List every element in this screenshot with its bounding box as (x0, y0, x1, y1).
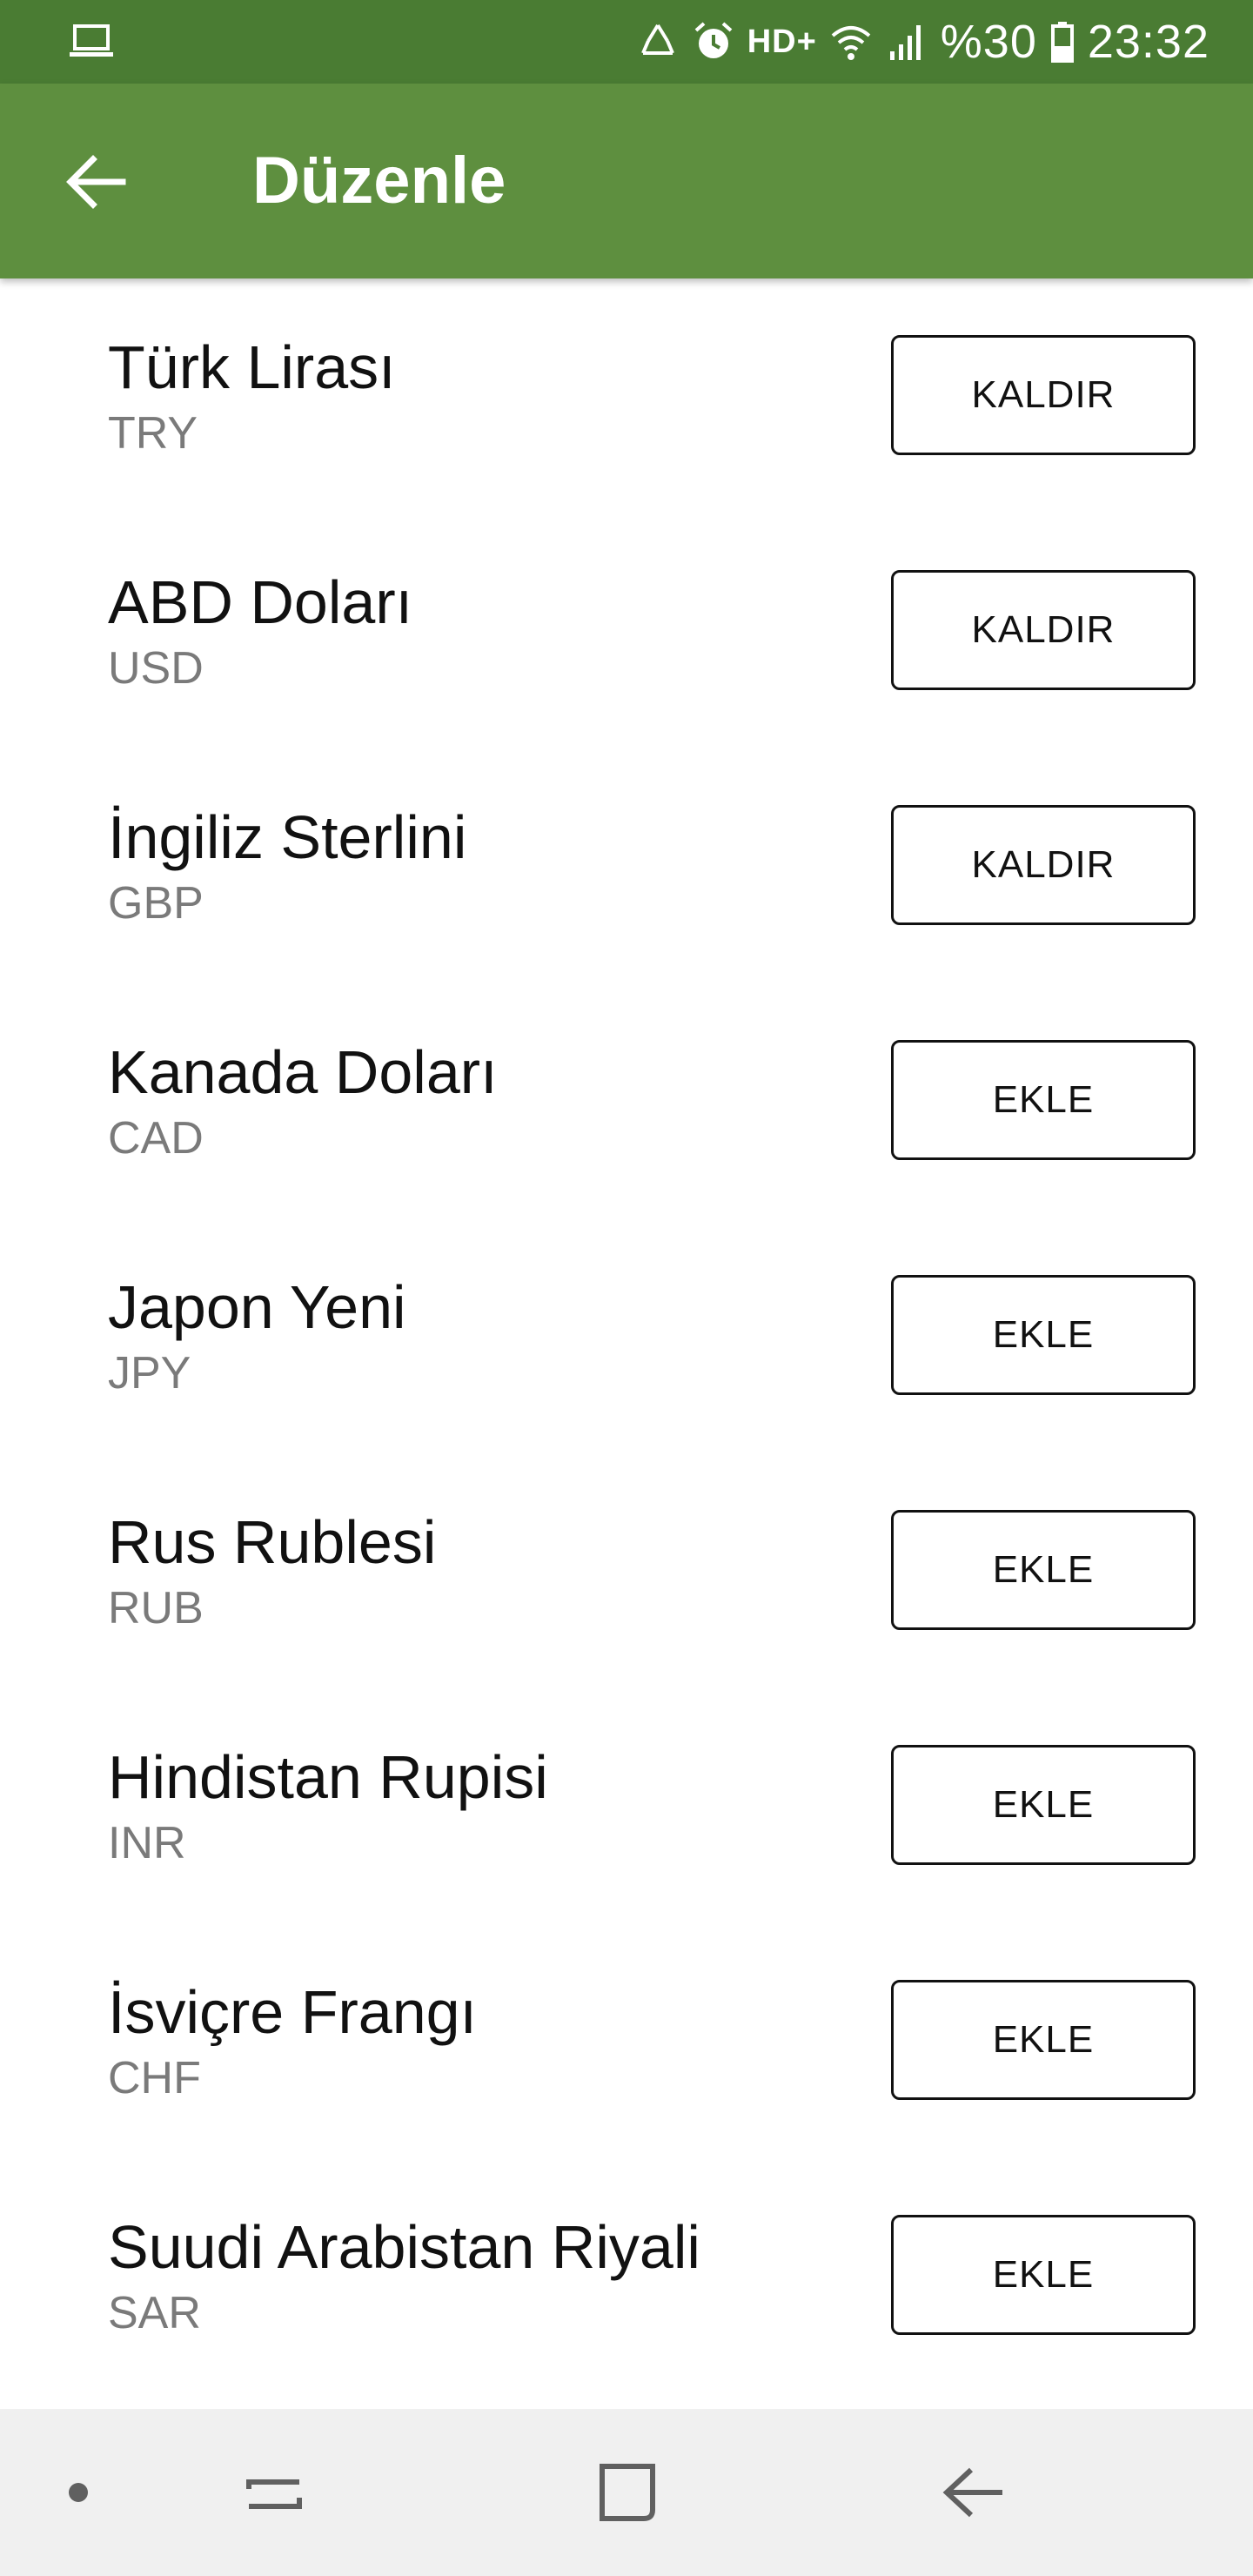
home-icon (600, 2464, 655, 2521)
currency-name: Hindistan Rupisi (108, 1743, 548, 1811)
currency-code: RUB (108, 1583, 204, 1633)
back-button[interactable] (49, 134, 144, 230)
nav-dot[interactable] (35, 2409, 122, 2576)
currency-code: INR (108, 1818, 186, 1868)
clock: 23:32 (1087, 16, 1209, 68)
currency-code: CAD (108, 1113, 204, 1164)
status-icons: HD+ %30 23:32 (636, 0, 1209, 84)
remove-button[interactable]: KALDIR (891, 570, 1196, 690)
signal-icon (889, 25, 921, 60)
back-icon (942, 2467, 1002, 2518)
recent-apps-icon (246, 2479, 302, 2509)
laptop-icon (70, 24, 113, 57)
currency-name: Suudi Arabistan Riyali (108, 2213, 700, 2281)
currency-code: USD (108, 643, 204, 694)
currency-code: CHF (108, 2053, 201, 2103)
network-type: HD+ (747, 23, 817, 60)
alarm-icon (694, 22, 733, 58)
list-item: Suudi Arabistan Riyali SAR EKLE (0, 2158, 1253, 2393)
currency-name: Kanada Doları (108, 1038, 498, 1106)
currency-name: Japon Yeni (108, 1273, 406, 1341)
list-item: Türk Lirası TRY KALDIR (0, 278, 1253, 513)
list-item: Hindistan Rupisi INR EKLE (0, 1688, 1253, 1923)
add-button[interactable]: EKLE (891, 1980, 1196, 2100)
currency-code: GBP (108, 878, 204, 929)
currency-name: İngiliz Sterlini (108, 803, 467, 871)
add-button[interactable]: EKLE (891, 1275, 1196, 1395)
wifi-icon (831, 26, 871, 60)
arrow-back-icon (66, 155, 126, 209)
add-button[interactable]: EKLE (891, 2215, 1196, 2335)
currency-name: ABD Doları (108, 568, 413, 636)
home-button[interactable] (574, 2409, 679, 2576)
page-title: Düzenle (252, 144, 506, 218)
add-button[interactable]: EKLE (891, 1040, 1196, 1160)
app-bar: Düzenle (0, 84, 1253, 278)
recent-apps-button[interactable] (223, 2409, 327, 2576)
status-bar: HD+ %30 23:32 (0, 0, 1253, 84)
list-item: Japon Yeni JPY EKLE (0, 1218, 1253, 1453)
nav-back-button[interactable] (922, 2409, 1027, 2576)
list-item: Kanada Doları CAD EKLE (0, 983, 1253, 1218)
currency-list: Türk Lirası TRY KALDIR ABD Doları USD KA… (0, 278, 1253, 2393)
battery-percent: %30 (940, 16, 1037, 68)
add-button[interactable]: EKLE (891, 1510, 1196, 1630)
currency-code: TRY (108, 408, 198, 459)
currency-code: JPY (108, 1348, 191, 1399)
system-nav-bar (0, 2409, 1253, 2576)
remove-button[interactable]: KALDIR (891, 805, 1196, 925)
currency-name: İsviçre Frangı (108, 1978, 477, 2046)
currency-code: SAR (108, 2288, 201, 2338)
screen: HD+ %30 23:32 Düzenle Türk Lirası TRY KA… (0, 0, 1253, 2576)
battery-icon (1050, 22, 1074, 63)
currency-name: Rus Rublesi (108, 1508, 437, 1576)
list-item: İsviçre Frangı CHF EKLE (0, 1923, 1253, 2158)
add-button[interactable]: EKLE (891, 1745, 1196, 1865)
currency-name: Türk Lirası (108, 333, 396, 401)
dot-icon (69, 2483, 88, 2502)
recycle-icon (640, 23, 674, 55)
remove-button[interactable]: KALDIR (891, 335, 1196, 455)
list-item: İngiliz Sterlini GBP KALDIR (0, 748, 1253, 983)
list-item: Rus Rublesi RUB EKLE (0, 1453, 1253, 1688)
list-item: ABD Doları USD KALDIR (0, 513, 1253, 748)
